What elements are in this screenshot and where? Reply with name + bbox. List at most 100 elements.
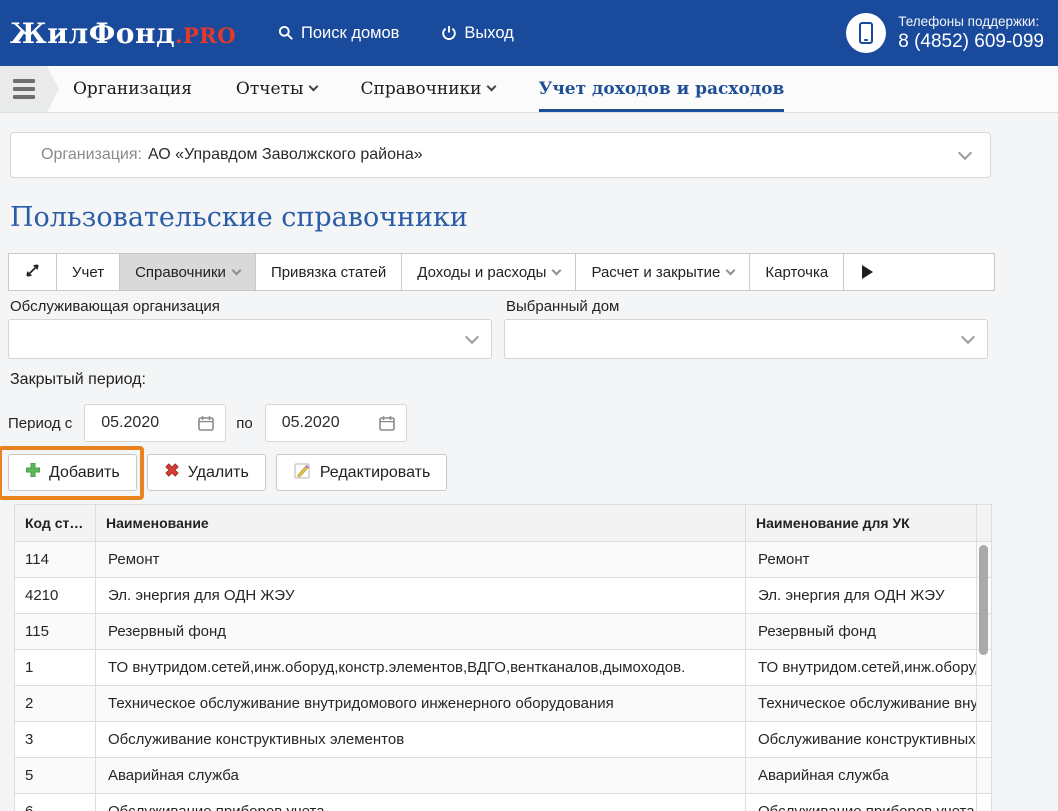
- logout-link[interactable]: Выход: [441, 24, 513, 43]
- diagonal-resize-icon: [24, 262, 41, 283]
- cell-name: ТО внутридом.сетей,инж.оборуд,констр.эле…: [96, 650, 746, 686]
- service-org-label: Обслуживающая организация: [10, 298, 492, 315]
- cross-icon: [164, 462, 180, 483]
- period-from-input[interactable]: 05.2020: [84, 404, 226, 442]
- edit-button-label: Редактировать: [320, 464, 431, 482]
- cell-name: Обслуживание конструктивных элементов: [96, 722, 746, 758]
- column-header-code: Код ст…: [15, 505, 96, 542]
- period-to-label: по: [236, 415, 252, 432]
- toolbar-directories-button[interactable]: Справочники: [120, 254, 256, 290]
- table-row[interactable]: 114 Ремонт Ремонт: [15, 542, 992, 578]
- tab-organization[interactable]: Организация: [73, 66, 192, 112]
- phone-icon: [846, 13, 886, 53]
- table-header-row: Код ст… Наименование Наименование для УК: [15, 505, 992, 542]
- table-row[interactable]: 3 Обслуживание конструктивных элементов …: [15, 722, 992, 758]
- tab-directories[interactable]: Справочники: [361, 66, 495, 112]
- hamburger-tail: [47, 66, 59, 112]
- page-title: Пользовательские справочники: [10, 202, 1050, 233]
- cell-name-uk: Обслуживание приборов учета: [746, 794, 977, 811]
- cell-name-uk: Обслуживание конструктивных элементов: [746, 722, 977, 758]
- cell-code: 5: [15, 758, 96, 794]
- cell-scroll-gutter: [977, 722, 992, 758]
- cell-name-uk: Резервный фонд: [746, 614, 977, 650]
- table-row[interactable]: 4210 Эл. энергия для ОДН ЖЭУ Эл. энергия…: [15, 578, 992, 614]
- table-row[interactable]: 6 Обслуживание приборов учета Обслуживан…: [15, 794, 992, 811]
- logo-main: ЖилФонд: [10, 17, 175, 50]
- menu-button[interactable]: [0, 66, 59, 112]
- app-logo[interactable]: ЖилФонд.PRO: [10, 17, 236, 50]
- play-icon: [862, 265, 873, 279]
- tab-reports[interactable]: Отчеты: [236, 66, 317, 112]
- search-houses-link[interactable]: Поиск домов: [278, 24, 399, 43]
- table-row[interactable]: 2 Техническое обслуживание внутридомовог…: [15, 686, 992, 722]
- search-houses-label: Поиск домов: [301, 24, 399, 43]
- cell-code: 3: [15, 722, 96, 758]
- toolbar-next-button[interactable]: [844, 254, 994, 290]
- toolbar-card-label: Карточка: [765, 264, 828, 281]
- edit-button[interactable]: Редактировать: [276, 454, 448, 491]
- table-row[interactable]: 1 ТО внутридом.сетей,инж.оборуд,констр.э…: [15, 650, 992, 686]
- cell-code: 6: [15, 794, 96, 811]
- tab-reports-label: Отчеты: [236, 79, 304, 99]
- toolbar-accounting-label: Учет: [72, 264, 104, 281]
- calendar-icon[interactable]: [187, 414, 225, 432]
- cell-scroll-gutter: [977, 758, 992, 794]
- power-icon: [441, 25, 457, 41]
- toolbar-card-button[interactable]: Карточка: [750, 254, 844, 290]
- vertical-scrollbar-thumb[interactable]: [979, 545, 988, 655]
- calendar-icon[interactable]: [368, 414, 406, 432]
- toolbar-directories-label: Справочники: [135, 264, 226, 281]
- logout-label: Выход: [464, 24, 513, 43]
- chevron-down-icon: [308, 82, 318, 92]
- cell-name-uk: Техническое обслуживание внутридомового …: [746, 686, 977, 722]
- service-org-select[interactable]: [8, 319, 492, 359]
- tab-organization-label: Организация: [73, 79, 192, 99]
- toolbar-income-expense-label: Доходы и расходы: [417, 264, 546, 281]
- chevron-down-icon: [961, 330, 975, 344]
- cell-code: 4210: [15, 578, 96, 614]
- cell-name: Ремонт: [96, 542, 746, 578]
- cell-name: Эл. энергия для ОДН ЖЭУ: [96, 578, 746, 614]
- period-from-value: 05.2020: [85, 414, 187, 432]
- app-header: ЖилФонд.PRO Поиск домов Выход Телефоны п…: [0, 0, 1058, 66]
- plus-icon: [25, 462, 41, 483]
- cell-code: 1: [15, 650, 96, 686]
- column-header-scroll: [977, 505, 992, 542]
- column-header-name-uk: Наименование для УК: [746, 505, 977, 542]
- period-to-input[interactable]: 05.2020: [265, 404, 407, 442]
- support-label: Телефоны поддержки:: [898, 14, 1044, 29]
- cell-code: 114: [15, 542, 96, 578]
- toolbar-income-expense-button[interactable]: Доходы и расходы: [402, 254, 576, 290]
- tab-income-expense-accounting[interactable]: Учет доходов и расходов: [539, 66, 785, 112]
- chevron-down-icon: [726, 265, 736, 275]
- table-row[interactable]: 5 Аварийная служба Аварийная служба: [15, 758, 992, 794]
- main-navbar: Организация Отчеты Справочники Учет дохо…: [0, 66, 1058, 113]
- column-header-name: Наименование: [96, 505, 746, 542]
- hamburger-icon: [0, 66, 47, 112]
- table-row[interactable]: 115 Резервный фонд Резервный фонд: [15, 614, 992, 650]
- module-toolbar: Учет Справочники Привязка статей Доходы …: [8, 253, 995, 291]
- selected-house-select[interactable]: [504, 319, 988, 359]
- toolbar-article-binding-button[interactable]: Привязка статей: [256, 254, 402, 290]
- cell-name: Аварийная служба: [96, 758, 746, 794]
- organization-select[interactable]: Организация: АО «Управдом Заволжского ра…: [10, 132, 991, 178]
- cell-scroll-gutter: [977, 686, 992, 722]
- tab-directories-label: Справочники: [361, 79, 482, 99]
- organization-select-label: Организация:: [41, 146, 142, 164]
- toolbar-calc-close-button[interactable]: Расчет и закрытие: [576, 254, 750, 290]
- selected-house-label: Выбранный дом: [506, 298, 988, 315]
- toolbar-accounting-button[interactable]: Учет: [57, 254, 120, 290]
- cell-name-uk: ТО внутридом.сетей,инж.оборуд,констр.эле…: [746, 650, 977, 686]
- support-phone-number: 8 (4852) 609-099: [898, 31, 1044, 53]
- cell-code: 115: [15, 614, 96, 650]
- chevron-down-icon: [552, 265, 562, 275]
- delete-button[interactable]: Удалить: [147, 454, 266, 491]
- search-icon: [278, 25, 294, 41]
- chevron-down-icon: [231, 265, 241, 275]
- closed-period-label: Закрытый период:: [10, 371, 1050, 389]
- logo-suffix: .PRO: [175, 23, 236, 48]
- period-from-label: Период с: [8, 415, 72, 432]
- expand-button[interactable]: [9, 254, 57, 290]
- add-button[interactable]: Добавить: [8, 454, 137, 491]
- directory-table: Код ст… Наименование Наименование для УК…: [14, 504, 991, 811]
